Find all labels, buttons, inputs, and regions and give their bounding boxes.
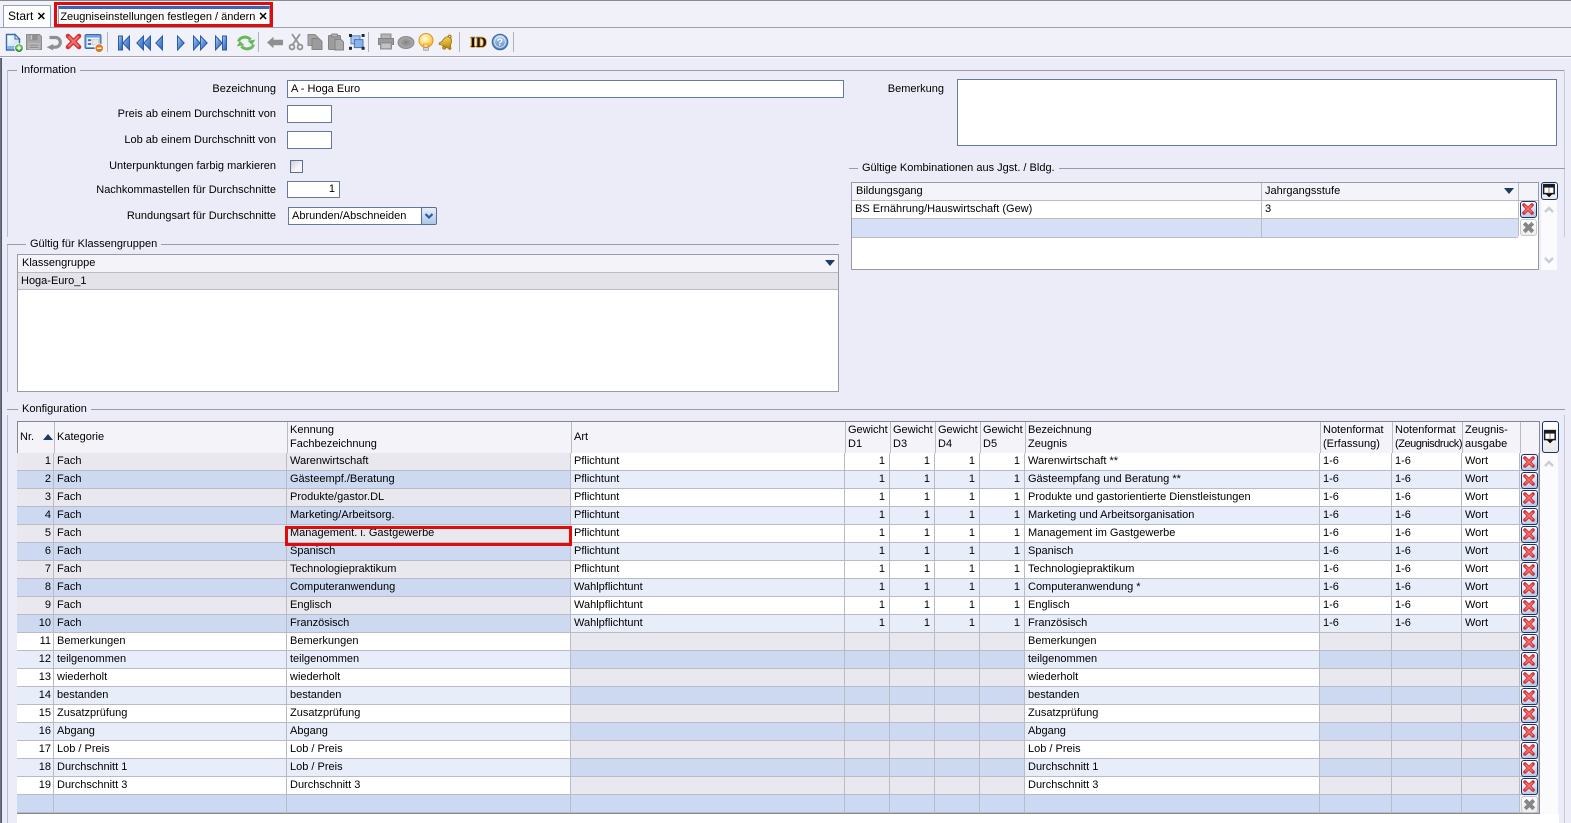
svg-text:?: ? — [497, 37, 503, 49]
